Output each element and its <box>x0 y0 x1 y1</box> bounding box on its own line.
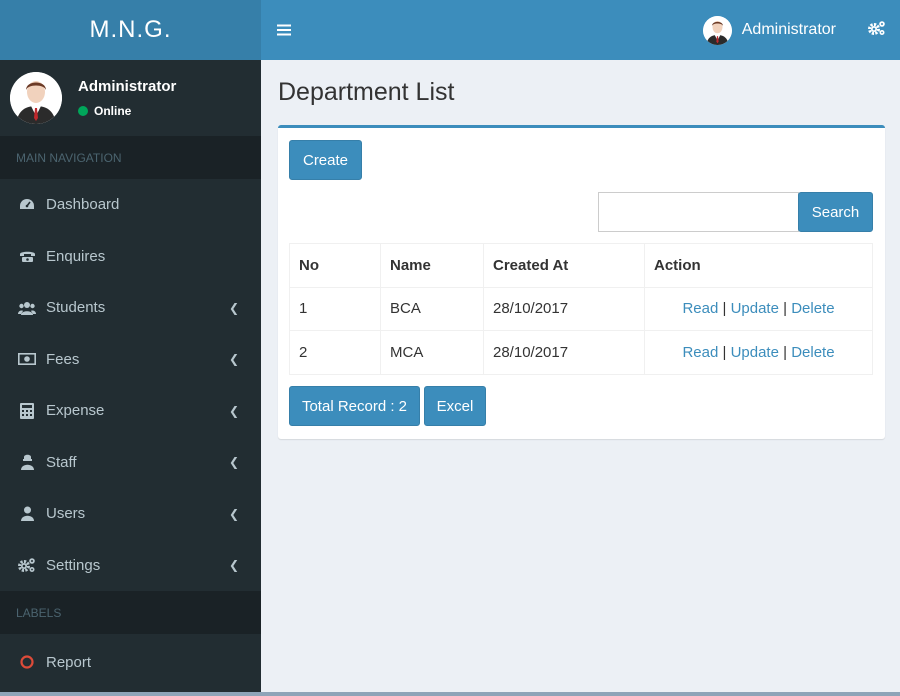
sidebar-item-users[interactable]: Users ❮ <box>0 488 261 540</box>
sidebar-item-dashboard[interactable]: Dashboard <box>0 179 261 231</box>
cell-action: Read | Update | Delete <box>644 286 873 331</box>
action-separator: | <box>722 300 727 318</box>
user-icon <box>18 505 36 523</box>
phone-icon <box>18 247 36 265</box>
user-status-label: Online <box>94 104 132 118</box>
sidebar-item-label: Staff <box>46 453 77 471</box>
app-logo[interactable]: M.N.G. <box>0 0 261 60</box>
staff-icon <box>18 453 36 471</box>
sidebar-item-label: Settings <box>46 556 101 574</box>
cell-no: 1 <box>289 286 381 331</box>
online-status-icon <box>78 106 88 116</box>
cell-created-at: 28/10/2017 <box>483 286 645 331</box>
sidebar-item-label: Fees <box>46 350 80 368</box>
search-button[interactable]: Search <box>798 192 873 232</box>
total-record-button[interactable]: Total Record : 2 <box>289 386 420 426</box>
create-button[interactable]: Create <box>289 140 362 180</box>
read-link[interactable]: Read <box>682 300 718 317</box>
chevron-left-icon: ❮ <box>228 455 239 470</box>
sidebar-item-expense[interactable]: Expense ❮ <box>0 385 261 437</box>
money-icon <box>18 350 36 368</box>
sidebar-item-settings[interactable]: Settings ❮ <box>0 540 261 592</box>
user-panel: Administrator Online <box>0 60 261 136</box>
dashboard-icon <box>18 196 36 214</box>
column-header-created-at[interactable]: Created At <box>483 243 645 288</box>
sidebar-item-enquires[interactable]: Enquires <box>0 231 261 283</box>
update-link[interactable]: Update <box>731 300 779 317</box>
users-icon <box>18 299 36 317</box>
table-header-row: No Name Created At Action <box>289 243 873 288</box>
read-link[interactable]: Read <box>682 344 718 361</box>
cell-action: Read | Update | Delete <box>644 330 873 375</box>
cell-name: BCA <box>380 286 484 331</box>
sidebar-item-staff[interactable]: Staff ❮ <box>0 437 261 489</box>
cell-no: 2 <box>289 330 381 375</box>
sidebar-item-label: Enquires <box>46 247 106 265</box>
action-separator: | <box>722 343 727 361</box>
chevron-left-icon: ❮ <box>228 300 239 315</box>
user-name: Administrator <box>78 78 177 95</box>
sidebar-item-label: Students <box>46 299 106 317</box>
gears-icon[interactable] <box>868 20 886 40</box>
cell-created-at: 28/10/2017 <box>483 330 645 375</box>
hamburger-icon[interactable] <box>277 19 291 42</box>
department-box: Create Search No Name Created At Action … <box>278 125 885 439</box>
user-menu: Administrator <box>702 0 886 60</box>
user-avatar <box>10 72 62 124</box>
chevron-left-icon: ❮ <box>228 558 239 573</box>
table-row: 2 MCA 28/10/2017 Read | Update | Delete <box>289 330 873 375</box>
cell-name: MCA <box>380 330 484 375</box>
action-separator: | <box>783 343 788 361</box>
circle-outline-icon <box>18 653 36 671</box>
sidebar-item-label: Expense <box>46 402 105 420</box>
sidebar-item-fees[interactable]: Fees ❮ <box>0 334 261 386</box>
top-navbar: Administrator <box>261 0 900 60</box>
update-link[interactable]: Update <box>731 344 779 361</box>
search-input[interactable] <box>598 192 799 232</box>
sidebar-item-students[interactable]: Students ❮ <box>0 282 261 334</box>
chevron-left-icon: ❮ <box>228 506 239 521</box>
top-user-name[interactable]: Administrator <box>742 21 836 39</box>
sidebar: M.N.G. Administrator Online MAIN NAVIGAT… <box>0 0 261 692</box>
delete-link[interactable]: Delete <box>791 344 834 361</box>
column-header-no[interactable]: No <box>289 243 381 288</box>
main-content: Department List Create Search No Name Cr… <box>261 60 900 696</box>
action-separator: | <box>783 300 788 318</box>
chevron-left-icon: ❮ <box>228 352 239 367</box>
table-row: 1 BCA 28/10/2017 Read | Update | Delete <box>289 286 873 331</box>
sidebar-item-label: Dashboard <box>46 196 120 214</box>
column-header-name[interactable]: Name <box>380 243 484 288</box>
main-navigation-header: MAIN NAVIGATION <box>0 136 261 179</box>
calculator-icon <box>18 402 36 420</box>
user-avatar-small[interactable] <box>702 15 732 45</box>
user-status: Online <box>78 104 176 118</box>
column-header-action: Action <box>644 243 873 288</box>
excel-button[interactable]: Excel <box>424 386 486 426</box>
sidebar-item-label: Report <box>46 653 92 671</box>
sidebar-item-label: Users <box>46 505 86 523</box>
bottom-border <box>0 692 900 696</box>
department-table: No Name Created At Action 1 BCA 28/10/20… <box>289 243 873 375</box>
labels-header: LABELS <box>0 591 261 634</box>
chevron-left-icon: ❮ <box>228 403 239 418</box>
page-title: Department List <box>278 78 455 106</box>
delete-link[interactable]: Delete <box>791 300 834 317</box>
gear-icon <box>18 556 36 574</box>
sidebar-item-report[interactable]: Report <box>0 634 261 690</box>
